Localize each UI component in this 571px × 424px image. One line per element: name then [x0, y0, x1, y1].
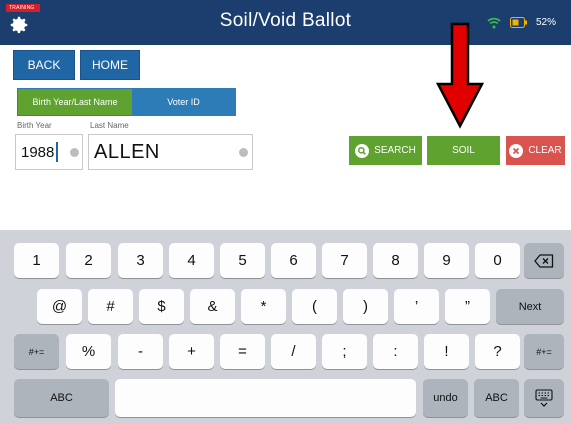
- tab-voter-id[interactable]: Voter ID: [132, 89, 235, 115]
- key-3[interactable]: 3: [118, 243, 163, 278]
- clear-button[interactable]: CLEAR: [506, 136, 565, 165]
- key-slash[interactable]: /: [271, 334, 316, 369]
- key-8[interactable]: 8: [373, 243, 418, 278]
- key-quote[interactable]: ”: [445, 289, 490, 324]
- clear-field-icon[interactable]: [239, 148, 248, 157]
- key-9[interactable]: 9: [424, 243, 469, 278]
- search-button[interactable]: SEARCH: [349, 136, 422, 165]
- last-name-value: ALLEN: [94, 140, 160, 163]
- key-asterisk[interactable]: *: [241, 289, 286, 324]
- birth-year-field[interactable]: 1988: [15, 134, 83, 170]
- next-key[interactable]: Next: [496, 289, 564, 324]
- abc-key-right[interactable]: ABC: [474, 379, 519, 417]
- battery-icon: [510, 17, 527, 28]
- key-close-paren[interactable]: ): [343, 289, 388, 324]
- birth-year-label: Birth Year: [17, 121, 52, 130]
- top-bar: TRAINING Soil/Void Ballot 52%: [0, 0, 571, 45]
- wifi-icon: [487, 17, 501, 29]
- back-button[interactable]: BACK: [13, 50, 75, 80]
- key-minus[interactable]: -: [118, 334, 163, 369]
- key-4[interactable]: 4: [169, 243, 214, 278]
- search-icon: [355, 143, 370, 158]
- key-question[interactable]: ?: [475, 334, 520, 369]
- key-2[interactable]: 2: [66, 243, 111, 278]
- hide-keyboard-key[interactable]: [524, 379, 564, 417]
- search-mode-toggle: Birth Year/Last Name Voter ID: [17, 88, 236, 116]
- key-percent[interactable]: %: [66, 334, 111, 369]
- search-button-label: SEARCH: [374, 145, 416, 156]
- home-button[interactable]: HOME: [80, 50, 140, 80]
- backspace-key[interactable]: [524, 243, 564, 278]
- key-1[interactable]: 1: [14, 243, 59, 278]
- red-arrow-annotation: [435, 22, 485, 129]
- key-6[interactable]: 6: [271, 243, 316, 278]
- on-screen-keyboard: 1 2 3 4 5 6 7 8 9 0 @ # $ & * ( ) ’ ” Ne…: [0, 230, 571, 424]
- birth-year-value: 1988: [21, 143, 55, 161]
- text-cursor: [56, 142, 59, 162]
- soil-button[interactable]: SOIL: [427, 136, 500, 165]
- key-dollar[interactable]: $: [139, 289, 184, 324]
- key-ampersand[interactable]: &: [190, 289, 235, 324]
- key-open-paren[interactable]: (: [292, 289, 337, 324]
- key-7[interactable]: 7: [322, 243, 367, 278]
- abc-key[interactable]: ABC: [14, 379, 109, 417]
- tab-birth-year-last-name[interactable]: Birth Year/Last Name: [18, 89, 132, 115]
- keyboard-hide-icon: [535, 389, 553, 407]
- space-key[interactable]: [115, 379, 416, 417]
- symbols-toggle-key-right[interactable]: #+=: [524, 334, 564, 369]
- clear-button-label: CLEAR: [528, 145, 562, 156]
- battery-percentage: 52%: [536, 17, 557, 28]
- key-equals[interactable]: =: [220, 334, 265, 369]
- key-at[interactable]: @: [37, 289, 82, 324]
- undo-key[interactable]: undo: [423, 379, 468, 417]
- page-title: Soil/Void Ballot: [219, 10, 352, 31]
- key-plus[interactable]: +: [169, 334, 214, 369]
- key-colon[interactable]: :: [373, 334, 418, 369]
- symbols-toggle-key[interactable]: #+=: [14, 334, 59, 369]
- last-name-label: Last Name: [90, 121, 129, 130]
- last-name-field[interactable]: ALLEN: [88, 134, 253, 170]
- backspace-icon: [534, 253, 554, 268]
- clear-field-icon[interactable]: [70, 148, 79, 157]
- key-hash[interactable]: #: [88, 289, 133, 324]
- key-5[interactable]: 5: [220, 243, 265, 278]
- key-exclamation[interactable]: !: [424, 334, 469, 369]
- clear-x-icon: [509, 143, 524, 158]
- key-apostrophe[interactable]: ’: [394, 289, 439, 324]
- key-semicolon[interactable]: ;: [322, 334, 367, 369]
- key-0[interactable]: 0: [475, 243, 520, 278]
- soil-button-label: SOIL: [452, 145, 475, 156]
